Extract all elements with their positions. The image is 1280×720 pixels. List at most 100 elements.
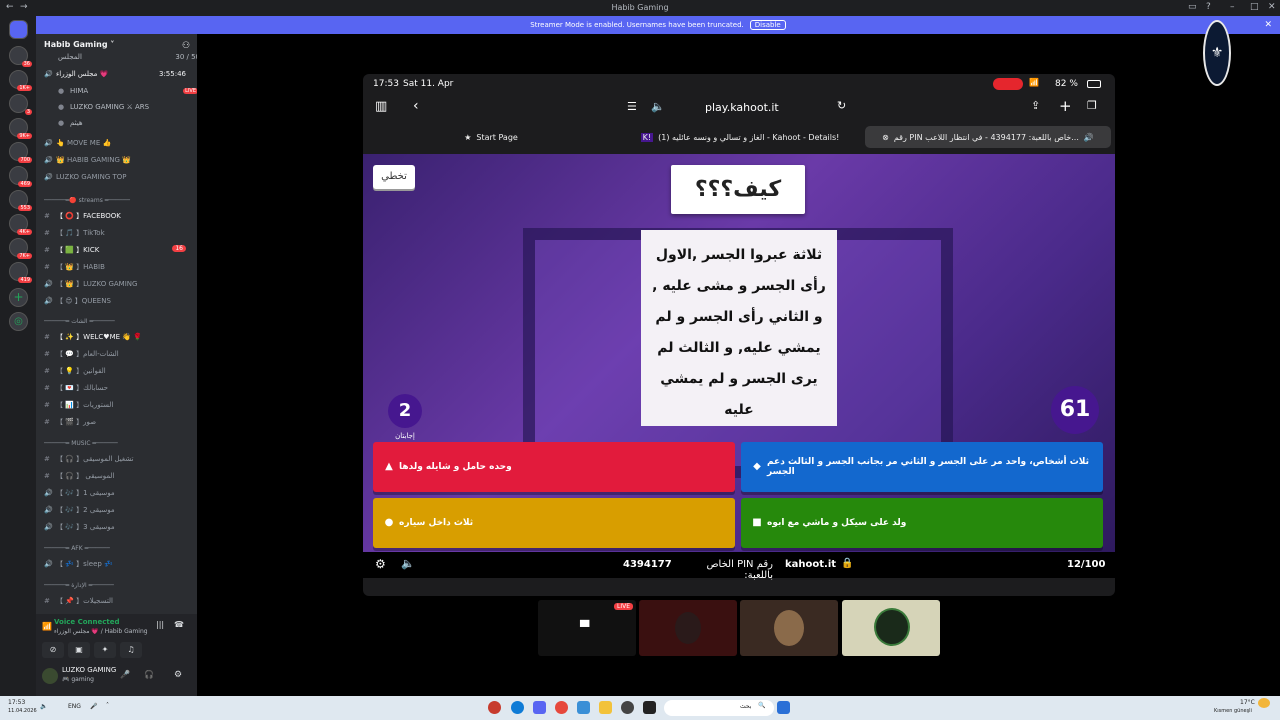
voice-channel[interactable]: 🔊 【 💤 】sleep 💤 xyxy=(44,559,194,572)
voice-channel[interactable]: 🔊 【 🎶 】موسيقى 1 xyxy=(44,488,194,501)
text-channel[interactable]: # 【 🎵 】TikTok xyxy=(44,228,194,241)
disconnect-icon[interactable]: ☎ xyxy=(174,620,184,629)
voice-status[interactable]: Voice Connected xyxy=(54,618,120,626)
microphone-icon[interactable]: 🎤 xyxy=(90,703,97,710)
voice-channel[interactable]: 🔊 👑 HABIB GAMING 👑 xyxy=(44,156,194,169)
tabs-overview-icon[interactable]: ❐ xyxy=(1087,99,1097,112)
voice-channel[interactable]: المجلس 30 / 50 xyxy=(58,53,208,66)
tab-kahoot-details[interactable]: K! الغاز و تسالي و ونسه عائليه (1) - Kaho… xyxy=(617,126,863,148)
server-name[interactable]: Habib Gaming ˅ xyxy=(44,40,114,49)
settings-gear-icon[interactable]: ⚙ xyxy=(174,670,182,680)
text-channel[interactable]: # 【 ✨ 】WELC♥ME 👋 🌹 xyxy=(44,332,194,345)
server-icon[interactable]: 553 xyxy=(9,190,32,211)
text-channel[interactable]: # 【 💡 】القوانين xyxy=(44,366,194,379)
windows-start-icon[interactable] xyxy=(777,701,790,714)
text-channel[interactable]: # 【 💬 】الشات-العام xyxy=(44,349,194,362)
folder-icon[interactable] xyxy=(599,701,612,714)
chrome-icon[interactable] xyxy=(555,701,568,714)
shared-screen[interactable]: 17:53 Sat 11. Apr 📶 82 % ▥ ‹ ☰ 🔈 play.ka… xyxy=(363,74,1115,596)
text-channel[interactable]: # 【 👑 】HABIB xyxy=(44,262,194,275)
app-icon[interactable] xyxy=(643,701,656,714)
chevron-up-icon[interactable]: ˄ xyxy=(106,702,109,709)
participant-tile[interactable] xyxy=(639,600,737,656)
avatar[interactable] xyxy=(42,668,58,684)
language-indicator[interactable]: ENG xyxy=(68,703,81,710)
server-icon[interactable]: 1K+ xyxy=(9,70,32,91)
help-icon[interactable]: ? xyxy=(1206,2,1211,12)
settings-gear-icon[interactable]: ⚙ xyxy=(375,557,386,571)
app-icon[interactable] xyxy=(621,701,634,714)
minimize-icon[interactable]: – xyxy=(1230,2,1235,12)
server-icon[interactable]: 469 xyxy=(9,166,32,187)
voice-channel[interactable]: 🔊 【 👑 】LUZKO GAMING xyxy=(44,279,194,292)
inbox-icon[interactable]: ▭ xyxy=(1188,2,1197,12)
screen-share-icon[interactable]: ▣ xyxy=(68,642,90,658)
reader-icon[interactable]: ☰ xyxy=(627,100,637,113)
text-channel[interactable]: # 【 ⭕ 】FACEBOOK xyxy=(44,211,194,224)
text-channel[interactable]: # 【 🎬 】صور xyxy=(44,417,194,430)
server-icon[interactable]: 419 xyxy=(9,262,32,283)
voice-channel[interactable]: 🔊 【 😍 】QUEENS xyxy=(44,296,194,309)
answer-yellow[interactable]: ● ثلاث داخل سياره xyxy=(373,498,735,548)
server-icon[interactable]: 4K+ xyxy=(9,214,32,235)
app-icon[interactable] xyxy=(577,701,590,714)
participant-tile[interactable] xyxy=(842,600,940,656)
server-icon[interactable]: 7K+ xyxy=(9,238,32,259)
taskbar-date[interactable]: 11.04.2026 xyxy=(8,708,37,714)
edge-icon[interactable] xyxy=(511,701,524,714)
category-header[interactable]: ──────═ الإدارة ═────── xyxy=(44,582,194,595)
taskbar-search[interactable]: بحث 🔍 xyxy=(664,700,774,716)
maximize-icon[interactable]: □ xyxy=(1250,2,1259,12)
voice-channel[interactable]: 🔊 LUZKO GAMING TOP xyxy=(44,173,194,186)
text-channel[interactable]: # 【 🎧 】 الموسيقى xyxy=(44,471,194,484)
category-header[interactable]: ──────═ MUSIC ═────── xyxy=(44,440,194,453)
voice-channel[interactable]: 🔊 👆 MOVE ME 👍 xyxy=(44,139,194,152)
speaker-icon[interactable]: 🔈 xyxy=(651,100,665,113)
close-banner-icon[interactable]: ✕ xyxy=(1264,20,1272,30)
text-channel[interactable]: # 【 📊 】الستوريات xyxy=(44,400,194,413)
voice-user[interactable]: ● HIMA LIVE xyxy=(58,87,208,100)
mute-icon[interactable]: 🔈 xyxy=(401,557,415,570)
activities-icon[interactable]: ✦ xyxy=(94,642,116,658)
category-header[interactable]: ──────═ AFK ═────── xyxy=(44,545,194,558)
add-member-icon[interactable]: ⚇ xyxy=(182,41,190,51)
discord-icon[interactable] xyxy=(533,701,546,714)
server-icon[interactable]: 3 xyxy=(9,94,32,115)
url-field[interactable]: play.kahoot.it xyxy=(705,101,779,114)
answer-green[interactable]: ■ ولد على سيكل و ماشي مع ابوه xyxy=(741,498,1103,548)
stream-tile[interactable]: LIVE ▀ xyxy=(538,600,636,656)
voice-channel[interactable]: 🔊 【 🎶 】موسيقى 3 xyxy=(44,522,194,535)
tab-start-page[interactable]: ★ Start Page xyxy=(367,126,615,148)
back-chevron-icon[interactable]: ‹ xyxy=(413,98,419,114)
text-channel[interactable]: # 【 🎧 】تشغيل الموسيقى xyxy=(44,454,194,467)
app-icon[interactable] xyxy=(488,701,501,714)
discover-icon[interactable]: ◎ xyxy=(9,312,28,331)
server-icon[interactable]: 9K+ xyxy=(9,118,32,139)
answer-blue[interactable]: ◆ ثلاث أشخاص، واحد مر على الجسر و الثاني… xyxy=(741,442,1103,492)
voice-user[interactable]: ● هيثم xyxy=(58,119,208,132)
soundboard-icon[interactable]: ♫ xyxy=(120,642,142,658)
taskbar-time[interactable]: 17:53 xyxy=(8,699,25,706)
text-channel[interactable]: # 【 🟩 】KICK 16 xyxy=(44,245,194,258)
volume-icon[interactable]: 🔈 xyxy=(40,703,47,710)
voice-channel-name[interactable]: مجلس الوزراء 💗 / Habib Gaming xyxy=(54,628,148,635)
server-icon[interactable]: 700 xyxy=(9,142,32,163)
noise-suppression-icon[interactable]: ||| xyxy=(156,620,164,629)
close-icon[interactable]: ✕ xyxy=(1268,2,1276,12)
disable-streamer-mode-button[interactable]: Disable xyxy=(749,20,786,30)
voice-channel-active[interactable]: 🔊 مجلس الوزراء 💗 3:55:46 xyxy=(44,70,194,83)
answer-red[interactable]: ▲ وحده حامل و شايله ولدها xyxy=(373,442,735,492)
user-name[interactable]: LUZKO GAMING xyxy=(62,666,116,674)
add-server-icon[interactable]: + xyxy=(9,288,28,307)
microphone-icon[interactable]: 🎤 xyxy=(120,670,130,679)
text-channel[interactable]: # 【 📌 】التسجيلات xyxy=(44,596,194,609)
share-icon[interactable]: ⇪ xyxy=(1031,99,1040,112)
headphones-icon[interactable]: 🎧 xyxy=(144,670,154,679)
weather-desc[interactable]: Kısmen güneşli xyxy=(1214,708,1252,714)
tab-kahoot-game[interactable]: ⊗ رقم PIN خاص باللعبة: 4394177 - في انتظا… xyxy=(865,126,1111,148)
voice-channel[interactable]: 🔊 【 🎶 】موسيقى 2 xyxy=(44,505,194,518)
server-icon[interactable]: 36 xyxy=(9,46,32,67)
voice-user[interactable]: ● LUZKO GAMING ⚔ ARS xyxy=(58,103,208,116)
sidebar-icon[interactable]: ▥ xyxy=(375,99,387,114)
category-header[interactable]: ──────═ الشات ═────── xyxy=(44,318,194,331)
